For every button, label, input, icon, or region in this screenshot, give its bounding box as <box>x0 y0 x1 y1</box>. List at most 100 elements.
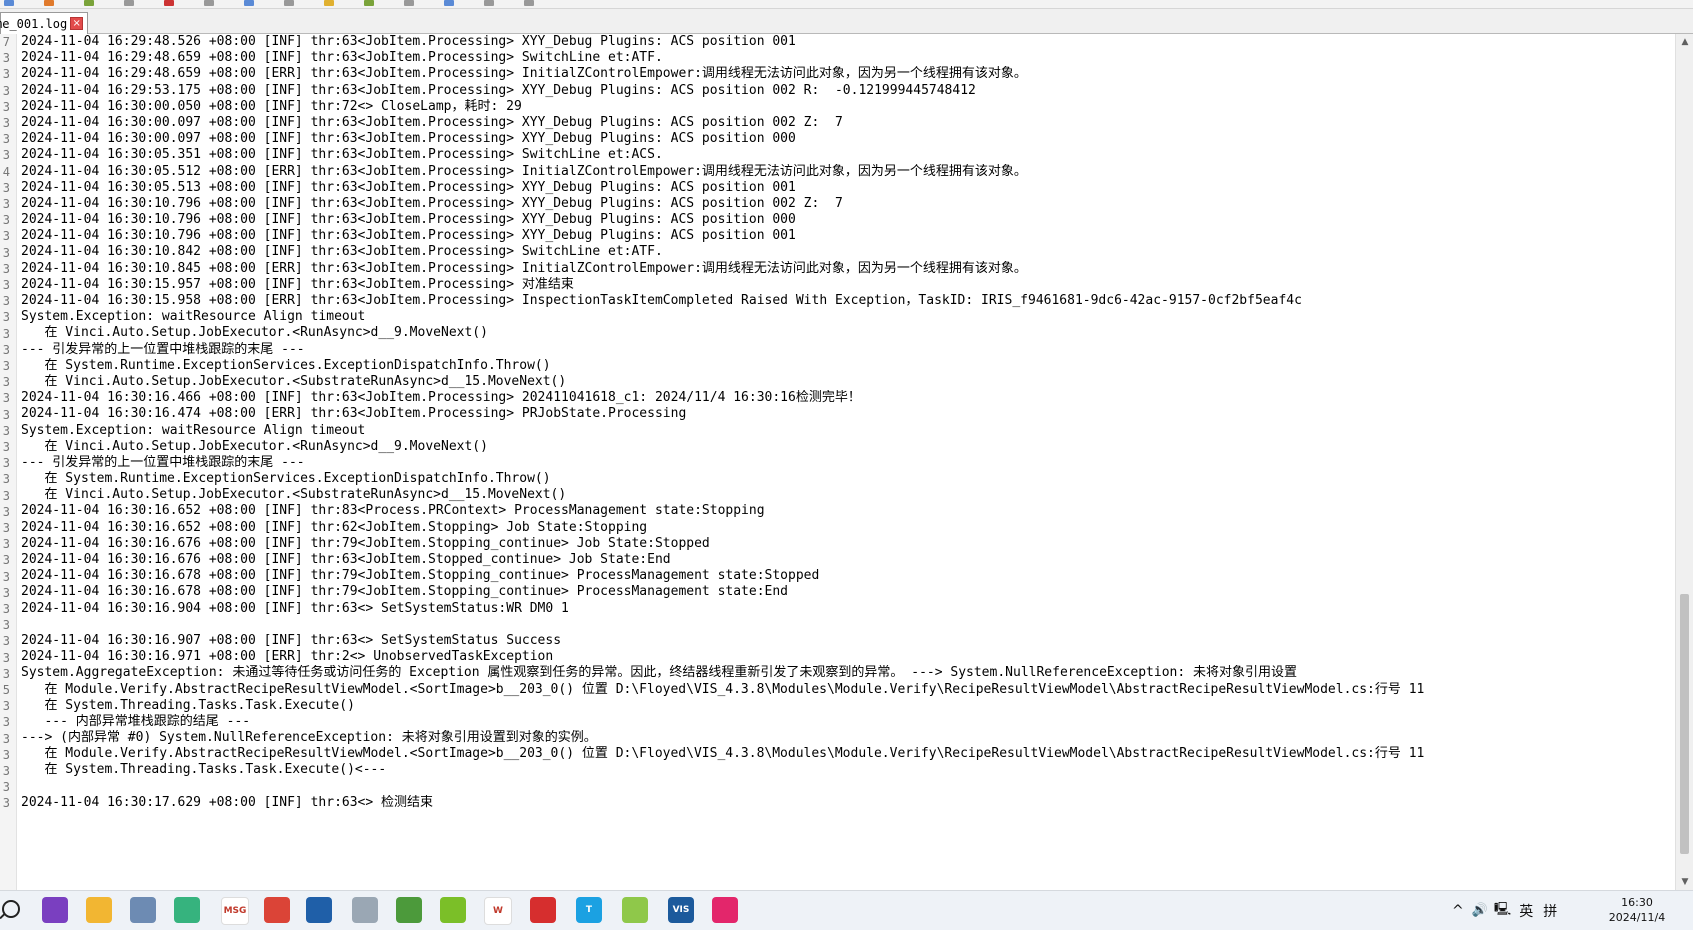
taskbar-app-app-8-icon[interactable] <box>352 897 378 923</box>
toolbar-icon[interactable] <box>164 0 174 6</box>
taskbar-app-notepad-icon[interactable] <box>130 897 156 923</box>
log-line: 2024-11-04 16:30:16.971 +08:00 [ERR] thr… <box>21 649 554 665</box>
line-number: 3 <box>2 521 10 535</box>
system-tray: ^ 🔊 🖳 英 拼 <box>1452 891 1557 930</box>
log-line: 2024-11-04 16:30:15.957 +08:00 [INF] thr… <box>21 276 574 292</box>
line-number: 3 <box>2 715 10 730</box>
line-number: 3 <box>2 602 10 616</box>
taskbar-app-visual-studio-icon[interactable] <box>42 897 68 923</box>
toolbar-icon[interactable] <box>404 0 414 6</box>
taskbar-app-app-13-icon[interactable]: T <box>576 897 602 923</box>
line-number: 3 <box>2 553 10 568</box>
taskbar-app-app-7-icon[interactable] <box>306 897 332 923</box>
line-number: 3 <box>2 731 10 746</box>
taskbar-app-app-9-icon[interactable] <box>396 897 422 923</box>
line-number: 3 <box>2 132 10 147</box>
line-number: 3 <box>2 375 10 390</box>
log-line: 2024-11-04 16:30:16.678 +08:00 [INF] thr… <box>21 568 820 584</box>
toolbar-icon[interactable] <box>284 0 294 6</box>
line-number: 3 <box>2 148 10 163</box>
log-line: 2024-11-04 16:30:16.652 +08:00 [INF] thr… <box>21 503 765 519</box>
toolbar-icon[interactable] <box>204 0 214 6</box>
line-number: 3 <box>2 537 10 552</box>
line-number: 3 <box>2 618 10 633</box>
network-icon[interactable]: 🖳 <box>1494 900 1511 922</box>
taskbar-app-file-explorer-icon[interactable] <box>86 897 112 923</box>
log-line: System.AggregateException: 未通过等待任务或访问任务的… <box>21 665 1298 681</box>
toolbar-icon[interactable] <box>124 0 134 6</box>
line-number: 4 <box>2 164 10 179</box>
log-line: 在 Module.Verify.AbstractRecipeResultView… <box>21 746 1425 762</box>
line-number: 3 <box>2 310 10 325</box>
vertical-scrollbar[interactable]: ▲ ▼ <box>1675 34 1693 890</box>
taskbar-app-notepadpp-icon[interactable] <box>622 897 648 923</box>
log-line: 在 System.Runtime.ExceptionServices.Excep… <box>21 357 551 373</box>
line-number: 3 <box>2 359 10 373</box>
toolbar-icon[interactable] <box>324 0 334 6</box>
line-number: 3 <box>2 197 10 211</box>
tab-strip: me_001.log × <box>0 9 1693 34</box>
log-line: 在 System.Runtime.ExceptionServices.Excep… <box>21 471 551 487</box>
tray-chevron-icon[interactable]: ^ <box>1452 903 1464 919</box>
log-line: 2024-11-04 16:29:48.659 +08:00 [INF] thr… <box>21 50 663 66</box>
line-number: 3 <box>2 504 10 519</box>
log-line: 2024-11-04 16:29:53.175 +08:00 [INF] thr… <box>21 82 976 98</box>
taskbar-app-app-10-icon[interactable] <box>440 897 466 923</box>
toolbar-icon[interactable] <box>84 0 94 6</box>
log-line: 2024-11-04 16:30:16.676 +08:00 [INF] thr… <box>21 535 710 551</box>
log-line: 2024-11-04 16:30:16.678 +08:00 [INF] thr… <box>21 584 789 600</box>
taskbar: MSG W T VIS ^ 🔊 🖳 英 拼 16:30 2024/11/4 <box>0 890 1693 930</box>
scroll-up-icon[interactable]: ▲ <box>1676 34 1693 50</box>
line-number: 3 <box>2 116 10 130</box>
tab-label: me_001.log <box>0 16 68 31</box>
taskbar-app-vis-icon[interactable]: VIS <box>668 897 694 923</box>
log-line: 2024-11-04 16:30:10.796 +08:00 [INF] thr… <box>21 228 796 244</box>
scrollbar-thumb[interactable] <box>1680 594 1689 854</box>
taskbar-app-pdf-icon[interactable] <box>530 897 556 923</box>
line-number: 3 <box>2 585 10 600</box>
scroll-down-icon[interactable]: ▼ <box>1676 874 1693 890</box>
toolbar-icon[interactable] <box>364 0 374 6</box>
log-line: 在 System.Threading.Tasks.Task.Execute() <box>21 697 355 713</box>
volume-icon[interactable]: 🔊 <box>1472 903 1488 918</box>
log-line: 2024-11-04 16:30:00.097 +08:00 [INF] thr… <box>21 114 843 130</box>
line-number: 3 <box>2 650 10 665</box>
toolbar-icon[interactable] <box>44 0 54 6</box>
log-line: --- 内部异常堆栈跟踪的结尾 --- <box>21 713 251 729</box>
log-line: 2024-11-04 16:30:00.050 +08:00 [INF] thr… <box>21 98 522 114</box>
tab-log-file[interactable]: me_001.log × <box>0 12 89 34</box>
toolbar-icon[interactable] <box>4 0 14 6</box>
toolbar-icon[interactable] <box>524 0 534 6</box>
taskbar-app-wps-icon[interactable]: W <box>484 897 512 925</box>
log-line: 2024-11-04 16:30:00.097 +08:00 [INF] thr… <box>21 131 796 147</box>
close-icon[interactable]: × <box>70 17 84 30</box>
taskbar-app-app-4-icon[interactable] <box>174 897 200 923</box>
editor[interactable]: 7333333343333333333333333333333333333333… <box>0 34 1675 890</box>
log-line: 2024-11-04 16:30:16.652 +08:00 [INF] thr… <box>21 519 648 535</box>
clock[interactable]: 16:30 2024/11/4 <box>1592 895 1682 925</box>
line-number: 7 <box>2 35 10 49</box>
line-number: 3 <box>2 472 10 487</box>
log-line: 在 Vinci.Auto.Setup.JobExecutor.<RunAsync… <box>21 325 488 341</box>
log-line: 在 Vinci.Auto.Setup.JobExecutor.<RunAsync… <box>21 438 488 454</box>
toolbar-icon[interactable] <box>244 0 254 6</box>
toolbar-icon[interactable] <box>444 0 454 6</box>
log-line: 2024-11-04 16:30:16.904 +08:00 [INF] thr… <box>21 600 569 616</box>
ime-language[interactable]: 英 <box>1519 901 1533 921</box>
line-number: 3 <box>2 407 10 422</box>
ime-mode[interactable]: 拼 <box>1543 901 1557 921</box>
log-line: 2024-11-04 16:29:48.659 +08:00 [ERR] thr… <box>21 66 1027 82</box>
taskbar-app-app-16-icon[interactable] <box>712 897 738 923</box>
search-icon[interactable] <box>2 900 20 918</box>
toolbar-icon[interactable] <box>484 0 494 6</box>
line-number: 3 <box>2 699 10 714</box>
log-line: 2024-11-04 16:30:10.796 +08:00 [INF] thr… <box>21 212 796 228</box>
log-line: 2024-11-04 16:30:16.466 +08:00 [INF] thr… <box>21 390 861 406</box>
log-line: 2024-11-04 16:30:05.512 +08:00 [ERR] thr… <box>21 163 1027 179</box>
log-line: 2024-11-04 16:30:05.513 +08:00 [INF] thr… <box>21 179 796 195</box>
log-line: 2024-11-04 16:30:16.676 +08:00 [INF] thr… <box>21 552 671 567</box>
taskbar-app-chrome-icon[interactable] <box>264 897 290 923</box>
taskbar-app-msg-icon[interactable]: MSG <box>221 897 249 925</box>
line-number: 3 <box>2 213 10 228</box>
